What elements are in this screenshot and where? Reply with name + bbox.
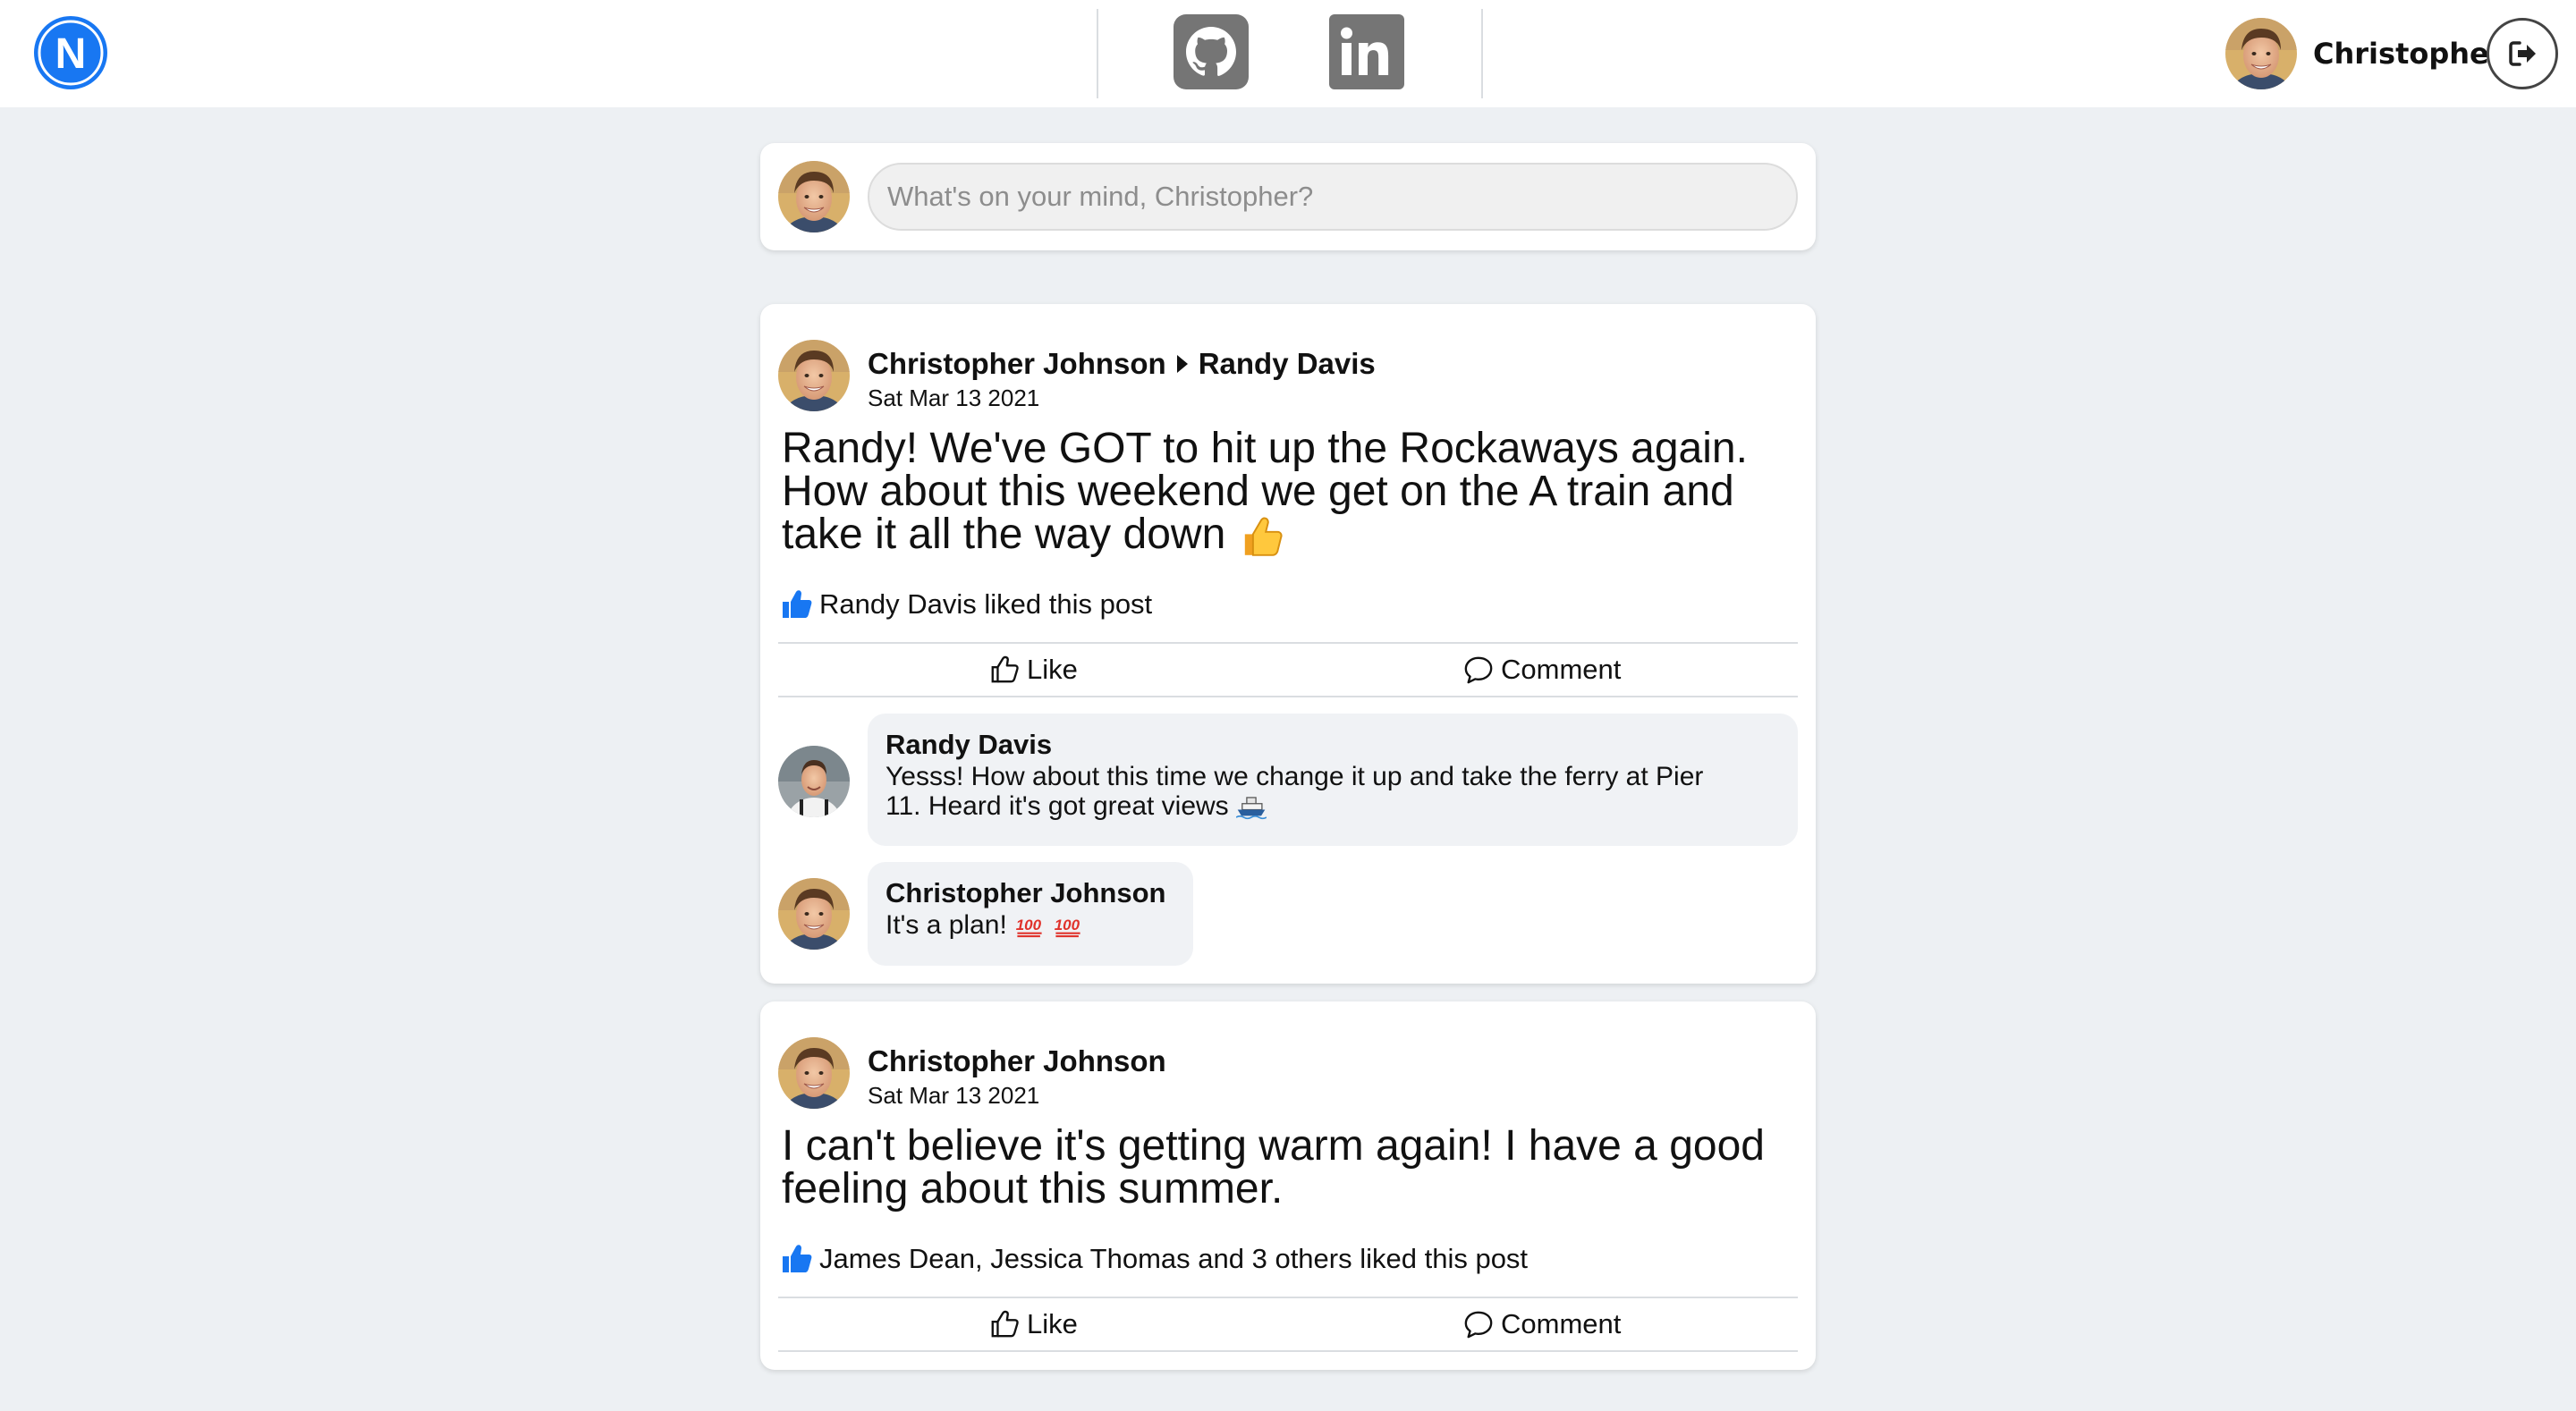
post-body: I can't believe it's getting warm again!…	[782, 1125, 1792, 1211]
post-header: Christopher Johnson Sat Mar 13 2021	[778, 1037, 1762, 1109]
like-button[interactable]: Like	[989, 1298, 1078, 1350]
post-card: Christopher Johnson Randy Davis Sat Mar …	[760, 304, 1816, 984]
post-body-line: take it all the way down	[782, 513, 1792, 560]
github-icon	[1174, 14, 1249, 89]
hundred-points-emoji-icon: 100	[1054, 917, 1080, 938]
comment-text-line: 11. Heard it's got great views	[886, 791, 1780, 821]
post-recipient[interactable]: Randy Davis	[1199, 347, 1376, 381]
comment-text: It's a plan!	[886, 910, 1007, 940]
caret-right-icon	[1176, 355, 1188, 373]
comment-bubble: Randy Davis Yesss! How about this time w…	[868, 714, 1798, 846]
avatar[interactable]	[778, 878, 850, 950]
post-card: Christopher Johnson Sat Mar 13 2021 I ca…	[760, 1001, 1816, 1370]
thumbs-up-outline-icon	[991, 1310, 1019, 1338]
comment-text: 11. Heard it's got great views	[886, 791, 1229, 821]
post-author[interactable]: Christopher Johnson	[868, 347, 1166, 381]
post-author[interactable]: Christopher Johnson	[868, 1044, 1166, 1078]
svg-text:N: N	[55, 30, 87, 78]
comment-bubble-icon	[1464, 656, 1493, 684]
post-composer	[760, 143, 1816, 250]
linkedin-link[interactable]	[1329, 14, 1404, 89]
thumbs-up-emoji-icon	[1244, 517, 1283, 557]
home-logo-button[interactable]: N	[34, 16, 107, 89]
post-body-line: Randy! We've GOT to hit up the Rockaways…	[782, 425, 1748, 472]
github-link[interactable]	[1174, 14, 1249, 89]
post-date: Sat Mar 13 2021	[868, 1082, 1040, 1109]
current-user[interactable]: Christopher	[2225, 18, 2504, 89]
comment-label: Comment	[1501, 654, 1622, 685]
avatar[interactable]	[778, 1037, 850, 1109]
comment-button[interactable]: Comment	[1463, 644, 1621, 696]
n-logo-icon: N	[38, 20, 104, 86]
avatar	[2225, 18, 2297, 89]
likes-summary[interactable]: James Dean, Jessica Thomas and 3 others …	[780, 1243, 1528, 1275]
likes-text: James Dean, Jessica Thomas and 3 others …	[819, 1243, 1529, 1274]
post-body: Randy! We've GOT to hit up the Rockaways…	[782, 427, 1792, 560]
post-body-line: I can't believe it's getting warm again!…	[782, 1122, 1765, 1170]
svg-text:100: 100	[1016, 917, 1042, 934]
post-actions: Like Comment	[778, 642, 1798, 697]
post-date: Sat Mar 13 2021	[868, 384, 1040, 411]
like-label: Like	[1027, 654, 1078, 685]
likes-summary[interactable]: Randy Davis liked this post	[780, 588, 1152, 621]
avatar[interactable]	[778, 340, 850, 411]
post-author-line: Christopher Johnson Randy Davis	[868, 347, 1376, 381]
top-navigation-bar: N Christopher	[0, 0, 2576, 107]
logout-button[interactable]	[2487, 18, 2558, 89]
svg-text:100: 100	[1054, 917, 1080, 934]
thumbs-up-filled-icon	[783, 1245, 812, 1272]
current-user-name: Christopher	[2313, 37, 2504, 71]
like-button[interactable]: Like	[989, 644, 1078, 696]
comment: Randy Davis Yesss! How about this time w…	[778, 714, 1798, 846]
post-header: Christopher Johnson Randy Davis Sat Mar …	[778, 340, 1762, 411]
comment-text-line: It's a plan! 100 100	[886, 910, 1175, 940]
like-label: Like	[1027, 1308, 1078, 1339]
status-input[interactable]	[868, 163, 1798, 231]
post-author-line: Christopher Johnson	[868, 1044, 1166, 1078]
post-body-text: take it all the way down	[782, 511, 1226, 558]
avatar[interactable]	[778, 746, 850, 817]
thumbs-up-outline-icon	[991, 655, 1019, 683]
comment-bubble-icon	[1464, 1311, 1493, 1339]
linkedin-icon	[1329, 14, 1404, 89]
comment-button[interactable]: Comment	[1463, 1298, 1621, 1350]
comment-label: Comment	[1501, 1308, 1622, 1339]
logout-icon	[2509, 41, 2536, 66]
comment-bubble: Christopher Johnson It's a plan! 100 100	[868, 862, 1193, 966]
post-body-line: feeling about this summer.	[782, 1165, 1284, 1212]
ship-emoji-icon	[1236, 797, 1267, 820]
comment-text-line: Yesss! How about this time we change it …	[886, 762, 1704, 791]
post-actions: Like Comment	[778, 1297, 1798, 1352]
comment: Christopher Johnson It's a plan! 100 100	[778, 862, 1798, 966]
comment-author[interactable]: Christopher Johnson	[886, 876, 1175, 910]
likes-text: Randy Davis liked this post	[819, 588, 1153, 620]
hundred-points-emoji-icon: 100	[1016, 917, 1042, 938]
avatar	[778, 161, 850, 232]
thumbs-up-filled-icon	[783, 590, 812, 618]
post-body-line: How about this weekend we get on the A t…	[782, 468, 1734, 515]
comment-author[interactable]: Randy Davis	[886, 728, 1780, 762]
external-links	[1097, 9, 1483, 98]
